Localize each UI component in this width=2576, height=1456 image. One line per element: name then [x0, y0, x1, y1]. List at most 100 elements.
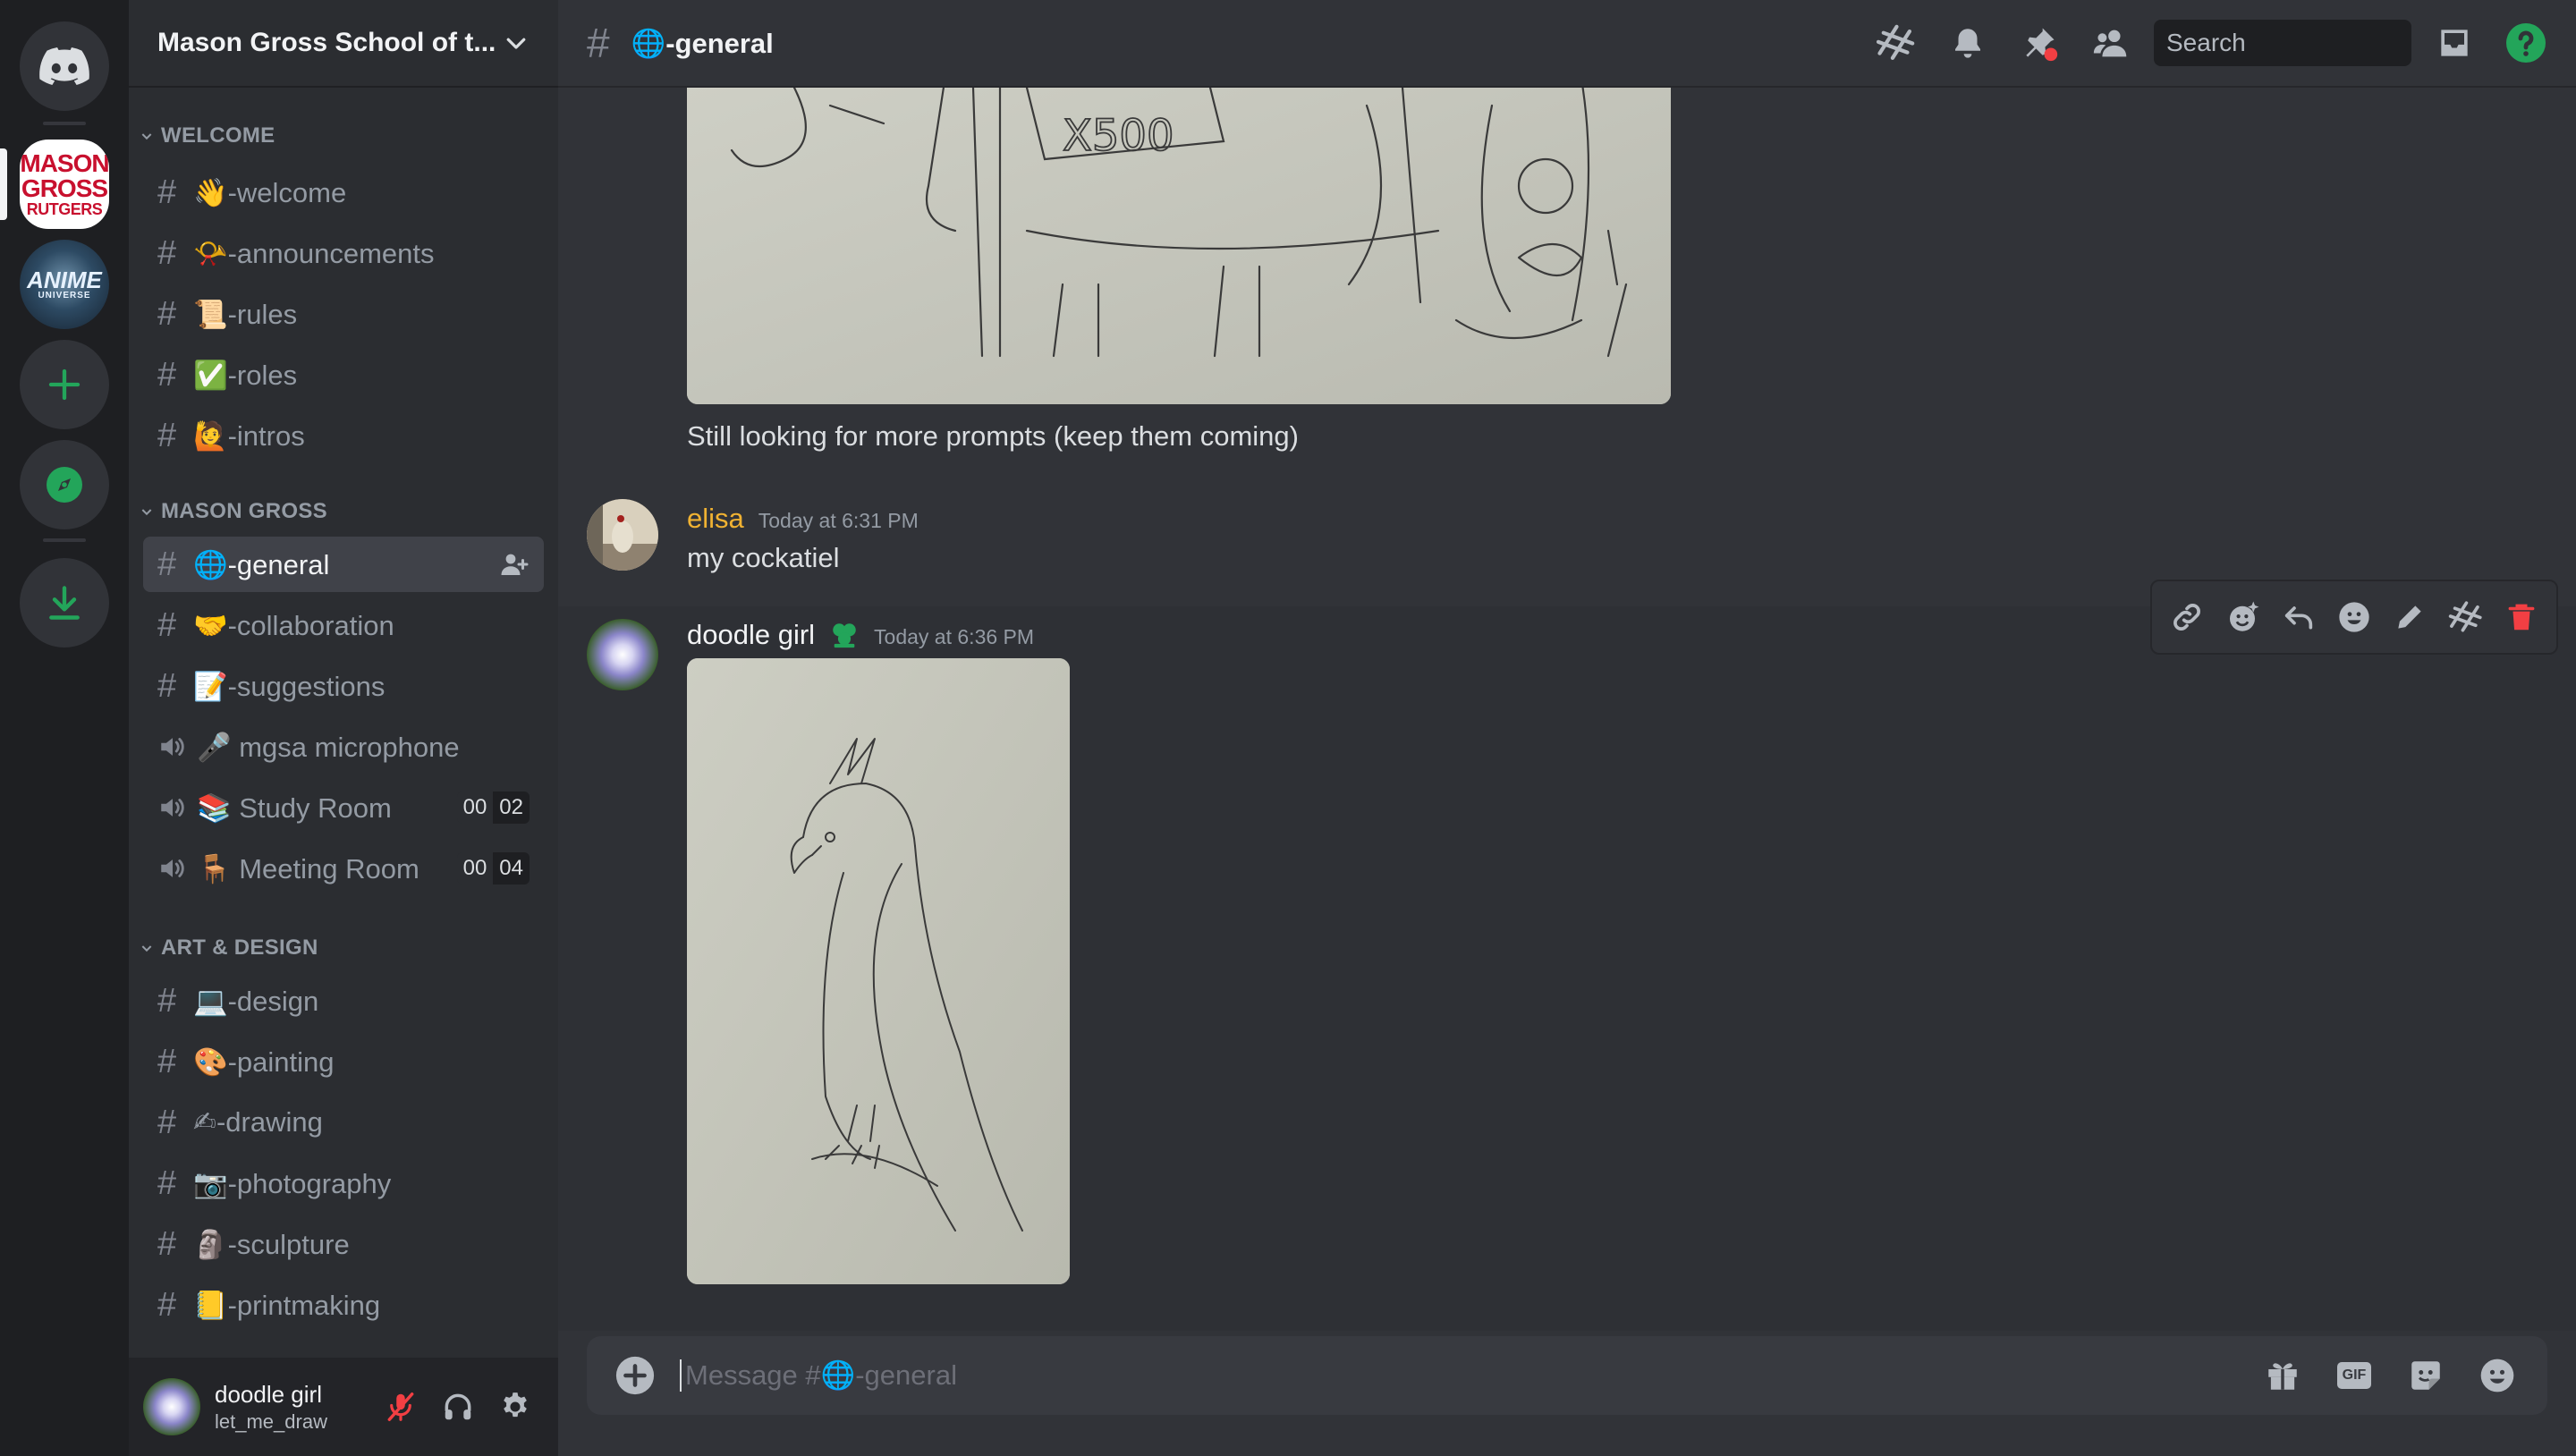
channel-suggestions[interactable]: # 📝-suggestions — [143, 658, 544, 714]
pinned-messages-button[interactable] — [2011, 14, 2068, 72]
category-mason-gross[interactable]: MASON GROSS — [140, 499, 327, 524]
voice-channel-study-room[interactable]: 📚 Study Room 00 02 — [143, 780, 544, 835]
super-reaction-button[interactable] — [2219, 594, 2266, 640]
home-button[interactable] — [20, 21, 109, 111]
channel-collaboration[interactable]: # 🤝-collaboration — [143, 597, 544, 653]
server-mason-gross[interactable]: MASON GROSS RUTGERS — [20, 140, 109, 229]
chevron-down-icon — [141, 133, 152, 140]
emoji-icon — [2480, 1359, 2514, 1393]
download-apps-button[interactable] — [20, 558, 109, 648]
message-timestamp: Today at 6:36 PM — [874, 625, 1035, 648]
channel-announcements[interactable]: # 📯-announcements — [143, 225, 544, 281]
chevron-down-icon — [141, 509, 152, 516]
plus-circle-icon — [615, 1356, 655, 1395]
search-box[interactable] — [2154, 20, 2489, 66]
channel-sculpture[interactable]: # 🗿-sculpture — [143, 1216, 544, 1272]
chevron-down-icon — [141, 945, 152, 952]
microphone-muted-icon — [387, 1393, 414, 1421]
text-channel-icon: # — [157, 416, 177, 454]
channel-name: 📒-printmaking — [193, 1289, 381, 1321]
drawing-attachment-image[interactable]: X500 — [687, 88, 1671, 404]
text-channel-icon: # — [157, 173, 177, 211]
category-art-design[interactable]: ART & DESIGN — [140, 935, 318, 961]
server-anime-universe[interactable]: ANIME UNIVERSE — [20, 240, 109, 329]
message-input[interactable] — [680, 1359, 2243, 1392]
user-settings-button[interactable] — [487, 1378, 544, 1435]
member-list-button[interactable] — [2082, 14, 2140, 72]
add-reaction-button[interactable] — [2331, 594, 2377, 640]
mute-button[interactable] — [372, 1378, 429, 1435]
voice-channel-mgsa-microphone[interactable]: 🎤 mgsa microphone — [143, 719, 544, 775]
sticker-icon — [2411, 1361, 2440, 1390]
reply-button[interactable] — [2275, 594, 2322, 640]
channel-roles[interactable]: # ✅-roles — [143, 347, 544, 402]
copy-link-button[interactable] — [2164, 594, 2210, 640]
chevron-down-icon — [506, 38, 526, 49]
create-invite-icon[interactable] — [497, 548, 530, 580]
gift-icon — [2268, 1363, 2297, 1390]
channel-design[interactable]: # 💻-design — [143, 973, 544, 1029]
avatar[interactable] — [587, 619, 658, 690]
emoji-button[interactable] — [2465, 1343, 2529, 1408]
text-channel-icon: # — [157, 1285, 177, 1324]
text-channel-icon: # — [157, 605, 177, 644]
category-welcome[interactable]: WELCOME — [140, 123, 275, 148]
voice-channel-meeting-room[interactable]: 🪑 Meeting Room 00 04 — [143, 841, 544, 896]
channel-name: 📯-announcements — [193, 237, 435, 269]
user-limit: 04 — [493, 852, 530, 885]
super-reaction-icon — [2230, 601, 2259, 631]
channel-drawing[interactable]: # ✍-drawing — [143, 1095, 544, 1150]
channel-welcome[interactable]: # 👋-welcome — [143, 165, 544, 220]
avatar[interactable] — [587, 499, 658, 571]
attach-button[interactable] — [614, 1354, 657, 1397]
delete-button[interactable] — [2498, 594, 2545, 640]
sketch-image — [687, 658, 1070, 1284]
text-channel-icon: # — [157, 981, 177, 1020]
threads-icon — [1876, 24, 1915, 60]
bell-icon — [1955, 29, 1980, 58]
server-logo-text: MASON — [20, 149, 109, 177]
avatar[interactable] — [143, 1378, 200, 1435]
channel-painting[interactable]: # 🎨-painting — [143, 1034, 544, 1089]
user-username: let_me_draw — [215, 1409, 327, 1433]
notification-settings-button[interactable] — [1939, 14, 1996, 72]
message-composer: GIF — [587, 1336, 2547, 1415]
gif-button[interactable]: GIF — [2322, 1343, 2386, 1408]
server-rail: MASON GROSS RUTGERS ANIME UNIVERSE — [0, 0, 129, 1456]
message-author[interactable]: elisa — [687, 503, 744, 535]
explore-servers-button[interactable] — [20, 440, 109, 529]
inbox-icon — [2441, 30, 2468, 56]
channel-printmaking[interactable]: # 📒-printmaking — [143, 1277, 544, 1333]
pencil-icon — [2398, 605, 2421, 629]
message-author[interactable]: doodle girl — [687, 619, 815, 651]
create-thread-button[interactable] — [2443, 594, 2489, 640]
gif-icon: GIF — [2337, 1362, 2371, 1389]
message-text: my cockatiel — [687, 542, 840, 573]
gift-button[interactable] — [2250, 1343, 2315, 1408]
channel-name: 🪑 Meeting Room — [197, 852, 419, 885]
server-name: Mason Gross School of t... — [157, 28, 496, 57]
deafen-button[interactable] — [429, 1378, 487, 1435]
sticker-button[interactable] — [2394, 1343, 2458, 1408]
help-button[interactable] — [2497, 14, 2555, 72]
server-header[interactable]: Mason Gross School of t... — [129, 0, 558, 88]
edit-button[interactable] — [2386, 594, 2433, 640]
selected-server-indicator — [0, 148, 7, 220]
channel-sidebar: Mason Gross School of t... WELCOME # 👋-w… — [129, 0, 558, 1456]
download-icon — [49, 586, 80, 620]
channel-rules[interactable]: # 📜-rules — [143, 286, 544, 342]
text-channel-icon: # — [157, 1224, 177, 1263]
message-header: doodle girl Today at 6:36 PM — [687, 619, 1034, 651]
threads-button[interactable] — [1868, 14, 1925, 72]
channel-title: 🌐-general — [631, 27, 774, 59]
add-server-button[interactable] — [20, 340, 109, 429]
inbox-button[interactable] — [2426, 14, 2483, 72]
channel-intros[interactable]: # 🙋-intros — [143, 408, 544, 463]
channel-general[interactable]: # 🌐-general — [143, 537, 544, 592]
channel-photography[interactable]: # 📷-photography — [143, 1155, 544, 1211]
discord-window: MASON GROSS RUTGERS ANIME UNIVERSE Mason… — [0, 0, 2576, 1456]
cockatiel-drawing-image[interactable] — [687, 658, 1070, 1284]
message-list: X500 Still looking for more prompts (kee… — [558, 88, 2576, 1331]
text-channel-icon: # — [157, 233, 177, 272]
user-info[interactable]: doodle girl let_me_draw — [215, 1381, 372, 1434]
